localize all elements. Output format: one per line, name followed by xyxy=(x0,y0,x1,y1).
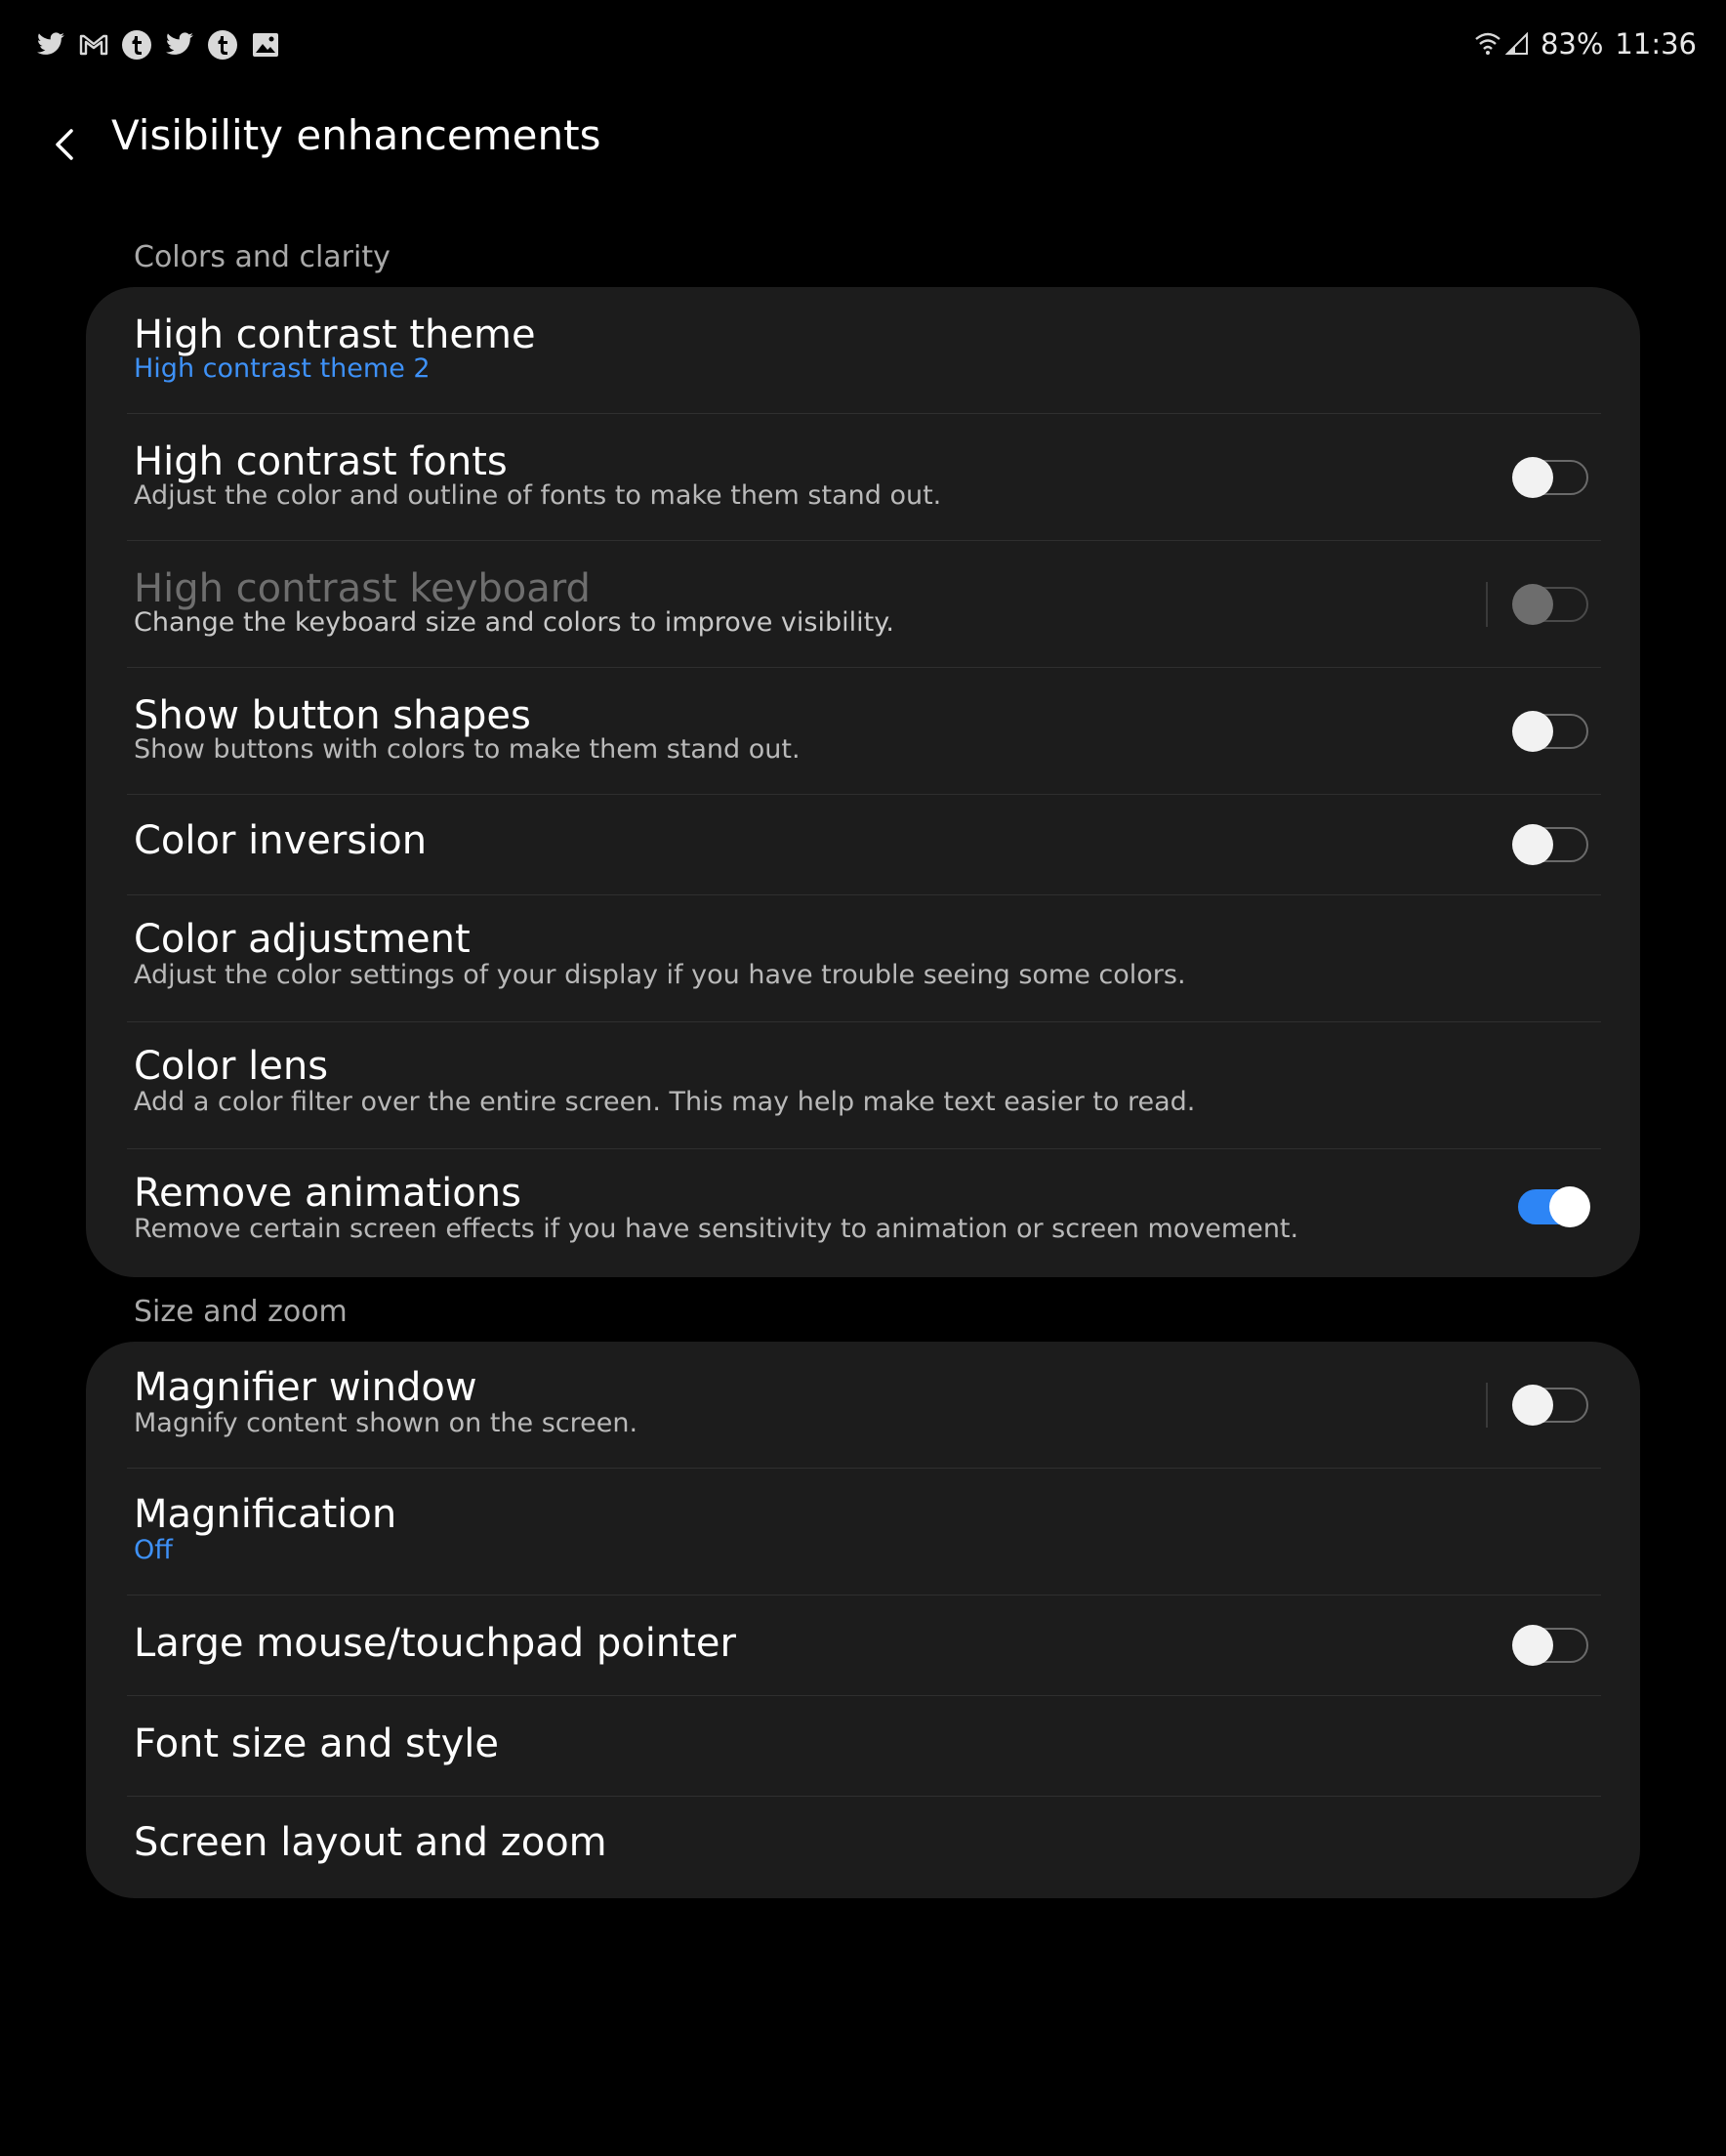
setting-magnifier-window[interactable]: Magnifier window Magnify content shown o… xyxy=(86,1342,1640,1469)
setting-title: Remove animations xyxy=(134,1171,521,1216)
toggle-knob xyxy=(1549,1186,1590,1227)
tumblr-icon xyxy=(207,29,238,61)
section-header-size: Size and zoom xyxy=(134,1295,348,1329)
setting-title: Show button shapes xyxy=(134,693,531,738)
setting-description: Add a color filter over the entire scree… xyxy=(134,1087,1196,1117)
chevron-left-icon xyxy=(56,129,73,160)
vertical-separator xyxy=(1486,582,1488,627)
app-header: Visibility enhancements xyxy=(0,98,1726,215)
setting-title: High contrast theme xyxy=(134,312,536,357)
setting-title: High contrast fonts xyxy=(134,439,508,484)
toggle-knob xyxy=(1512,824,1553,865)
signal-icons xyxy=(1474,31,1529,57)
setting-title: Large mouse/touchpad pointer xyxy=(134,1621,736,1666)
image-icon xyxy=(250,29,281,61)
setting-high-contrast-keyboard[interactable]: High contrast keyboard Change the keyboa… xyxy=(86,541,1640,668)
setting-color-inversion[interactable]: Color inversion xyxy=(86,795,1640,895)
high-contrast-fonts-toggle[interactable] xyxy=(1512,457,1590,498)
setting-title: Magnification xyxy=(134,1492,397,1537)
back-button[interactable] xyxy=(35,115,94,174)
setting-title: Font size and style xyxy=(134,1721,499,1766)
size-zoom-card: Magnifier window Magnify content shown o… xyxy=(86,1342,1640,1898)
setting-high-contrast-theme[interactable]: High contrast theme High contrast theme … xyxy=(86,287,1640,414)
clock: 11:36 xyxy=(1615,27,1697,61)
section-header-colors: Colors and clarity xyxy=(134,240,390,274)
setting-magnification[interactable]: Magnification Off xyxy=(86,1469,1640,1596)
setting-title: High contrast keyboard xyxy=(134,566,591,611)
setting-color-adjustment[interactable]: Color adjustment Adjust the color settin… xyxy=(86,895,1640,1022)
setting-description: Remove certain screen effects if you hav… xyxy=(134,1214,1299,1244)
setting-large-pointer[interactable]: Large mouse/touchpad pointer xyxy=(86,1596,1640,1696)
setting-title: Magnifier window xyxy=(134,1365,477,1410)
setting-remove-animations[interactable]: Remove animations Remove certain screen … xyxy=(86,1149,1640,1277)
toggle-knob xyxy=(1512,1385,1553,1426)
vertical-separator xyxy=(1486,1383,1488,1428)
twitter-icon xyxy=(35,29,66,61)
setting-description: Show buttons with colors to make them st… xyxy=(134,734,801,765)
remove-animations-toggle[interactable] xyxy=(1512,1186,1590,1227)
setting-color-lens[interactable]: Color lens Add a color filter over the e… xyxy=(86,1022,1640,1149)
toggle-knob xyxy=(1512,584,1553,625)
setting-description: Adjust the color settings of your displa… xyxy=(134,960,1186,990)
setting-show-button-shapes[interactable]: Show button shapes Show buttons with col… xyxy=(86,668,1640,795)
setting-font-size-style[interactable]: Font size and style xyxy=(86,1696,1640,1797)
high-contrast-keyboard-toggle[interactable] xyxy=(1512,584,1590,625)
setting-value: High contrast theme 2 xyxy=(134,353,431,384)
gmail-icon xyxy=(78,29,109,61)
battery-level: 83% xyxy=(1540,27,1604,61)
twitter-icon xyxy=(164,29,195,61)
magnifier-window-toggle[interactable] xyxy=(1512,1385,1590,1426)
status-right: 83% 11:36 xyxy=(1474,27,1697,61)
cell-signal-icon xyxy=(1504,32,1528,55)
status-bar: 83% 11:36 xyxy=(0,0,1726,98)
large-pointer-toggle[interactable] xyxy=(1512,1625,1590,1666)
wifi-icon xyxy=(1475,32,1500,55)
show-button-shapes-toggle[interactable] xyxy=(1512,711,1590,752)
color-inversion-toggle[interactable] xyxy=(1512,824,1590,865)
setting-high-contrast-fonts[interactable]: High contrast fonts Adjust the color and… xyxy=(86,414,1640,541)
colors-clarity-card: High contrast theme High contrast theme … xyxy=(86,287,1640,1277)
setting-description: Adjust the color and outline of fonts to… xyxy=(134,480,942,511)
toggle-knob xyxy=(1512,711,1553,752)
setting-screen-layout-zoom[interactable]: Screen layout and zoom xyxy=(86,1797,1640,1898)
toggle-knob xyxy=(1512,1625,1553,1666)
setting-title: Color lens xyxy=(134,1044,329,1089)
toggle-knob xyxy=(1512,457,1553,498)
setting-description: Magnify content shown on the screen. xyxy=(134,1408,638,1438)
setting-value: Off xyxy=(134,1535,173,1565)
setting-title: Screen layout and zoom xyxy=(134,1820,607,1865)
setting-title: Color adjustment xyxy=(134,917,471,962)
setting-title: Color inversion xyxy=(134,818,428,863)
page-title: Visibility enhancements xyxy=(111,111,601,159)
setting-description: Change the keyboard size and colors to i… xyxy=(134,607,894,638)
tumblr-icon xyxy=(121,29,152,61)
notification-icons xyxy=(35,29,281,61)
